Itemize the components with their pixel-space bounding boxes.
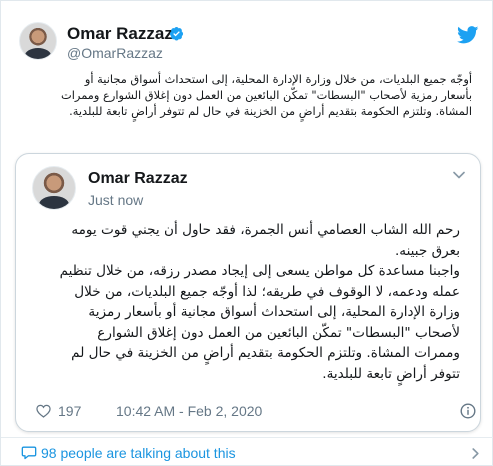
verified-badge-icon xyxy=(169,26,184,41)
tweet-line: وزارة الإدارة المحلية، إلى استحداث أسواق… xyxy=(88,304,460,320)
speech-bubble-icon xyxy=(21,446,37,460)
info-icon[interactable] xyxy=(460,403,476,419)
author-handle[interactable]: @OmarRazzaz xyxy=(67,45,163,61)
card-author-name[interactable]: Omar Razzaz xyxy=(88,170,188,188)
tweet-line: بعرق جبينه. xyxy=(394,242,460,259)
tweet-line: وممرات المشاة. وتلتزم الحكومة بتقديم أرا… xyxy=(71,345,460,361)
tweet-card[interactable]: Omar Razzaz Just now رحم الله الشاب العص… xyxy=(15,153,481,432)
chevron-right-icon[interactable] xyxy=(472,448,479,459)
tweet-text: رحم الله الشاب العصامي أنس الجمرة، فقد ح… xyxy=(30,220,460,384)
twitter-bird-icon[interactable] xyxy=(457,26,479,44)
tweet-timestamp[interactable]: 10:42 AM - Feb 2, 2020 xyxy=(116,403,262,419)
chevron-down-icon[interactable] xyxy=(453,171,465,179)
tweet-line: واجبنا مساعدة كل مواطن يسعى إلى إيجاد مص… xyxy=(59,263,460,279)
intro-line: المشاة. وتلتزم الحكومة بتقديم أراضٍ من ا… xyxy=(69,104,472,118)
tweet-line: رحم الله الشاب العصامي أنس الجمرة، فقد ح… xyxy=(71,222,460,238)
intro-text: أوجّه جميع البلديات، من خلال وزارة الإدا… xyxy=(17,71,472,119)
conversation-footer[interactable]: 98 people are talking about this xyxy=(1,437,493,466)
author-name[interactable]: Omar Razzaz xyxy=(67,24,173,44)
tweet-embed: Omar Razzaz @OmarRazzaz أوجّه جميع البلد… xyxy=(0,0,493,466)
tweet-line: لأصحاب "البسطات" تمكّن البائعين من العمل… xyxy=(97,324,460,341)
tweet-actions: 197 10:42 AM - Feb 2, 2020 xyxy=(32,402,476,420)
tweet-line: عمله ودعمه، لا الوقوف في طريقه؛ لذا أوجّ… xyxy=(74,283,460,300)
intro-line: بأسعار رمزية لأصحاب "البسطات" تمكّن البا… xyxy=(61,88,472,102)
card-avatar[interactable] xyxy=(32,166,76,210)
like-count[interactable]: 197 xyxy=(58,403,81,419)
author-avatar[interactable] xyxy=(19,22,57,60)
heart-icon[interactable] xyxy=(36,404,51,418)
intro-line: أوجّه جميع البلديات، من خلال وزارة الإدا… xyxy=(84,72,472,86)
talking-link[interactable]: 98 people are talking about this xyxy=(41,445,236,461)
tweet-line: تتوفر أراضٍ تابعة للبلدية. xyxy=(322,365,460,382)
card-time: Just now xyxy=(88,192,144,208)
